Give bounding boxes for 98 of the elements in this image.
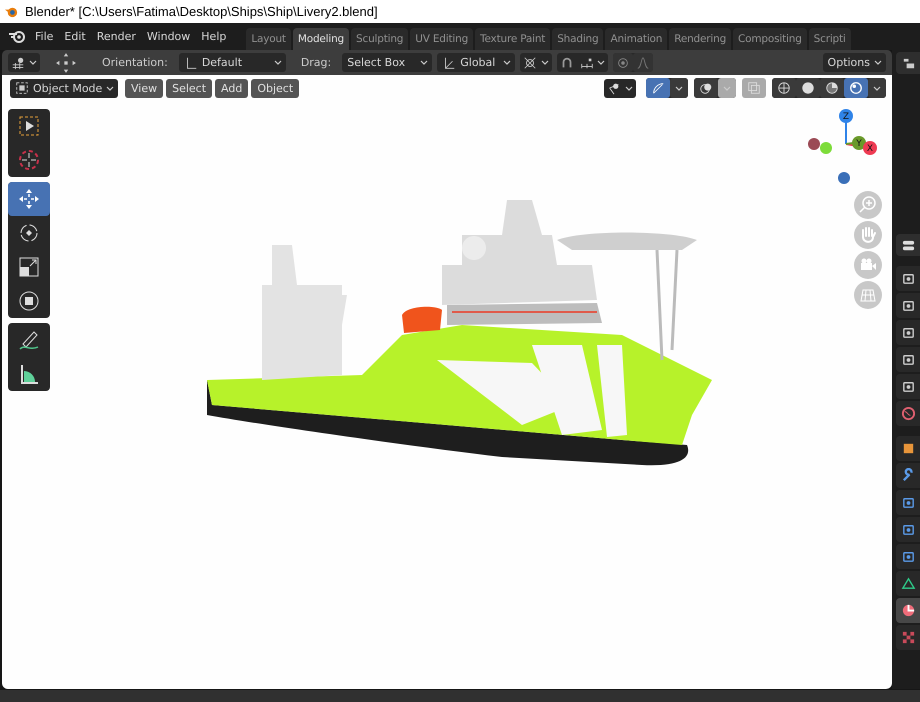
caret-icon — [106, 86, 114, 90]
render-properties-tab[interactable] — [896, 293, 920, 318]
overlays-icon — [699, 81, 713, 95]
viewport-menu[interactable]: View — [125, 78, 164, 98]
world-icon — [900, 406, 916, 421]
modifiers-icon — [900, 468, 916, 483]
overlays-toggle[interactable] — [694, 78, 718, 98]
move-tool-button[interactable] — [8, 182, 50, 216]
material-icon — [900, 603, 916, 618]
navigation-gizmo[interactable]: Z Y X — [806, 108, 886, 188]
window-title: Blender* [C:\Users\Fatima\Desktop\Ships\Ship\Livery2.blend] — [25, 4, 378, 19]
workspace-tab[interactable]: Texture Paint — [475, 28, 550, 50]
mode-dropdown[interactable]: Object Mode — [10, 78, 118, 98]
gizmo-icon — [651, 81, 665, 95]
caret-icon — [29, 60, 37, 65]
workspace-tab[interactable]: Animation — [605, 28, 668, 50]
gizmo-toggle[interactable] — [646, 78, 670, 98]
viewport-menu[interactable]: Add — [215, 78, 248, 98]
scale-icon — [17, 255, 41, 279]
menu-item[interactable]: File — [30, 30, 60, 50]
caret-icon — [541, 60, 550, 65]
caret-icon — [873, 86, 881, 90]
workspace-tab[interactable]: Layout — [246, 28, 291, 50]
menu-item[interactable]: Render — [92, 30, 142, 50]
data-icon — [900, 576, 916, 591]
viewport-menu[interactable]: Object — [251, 78, 300, 98]
workspace-tab[interactable]: Modeling — [292, 28, 350, 50]
menu-item[interactable]: Help — [196, 30, 232, 50]
proportional-editing-toggle[interactable] — [613, 53, 634, 72]
xray-icon — [747, 81, 761, 95]
transform-orientation-dropdown[interactable]: Global — [437, 53, 516, 72]
caret-icon — [597, 60, 606, 65]
move-icon — [17, 187, 41, 211]
axes-icon — [442, 56, 456, 70]
pivot-dropdown[interactable] — [520, 53, 552, 72]
selectability-dropdown[interactable] — [604, 78, 636, 98]
caret-icon — [503, 60, 512, 65]
magnet-icon — [560, 56, 574, 70]
workspace-tab[interactable]: Compositing — [733, 28, 807, 50]
solid-sphere-icon — [801, 81, 815, 95]
view-layer-properties-tab[interactable] — [896, 347, 920, 372]
pivot-icon — [523, 56, 538, 70]
rendered-shading-button[interactable] — [844, 78, 868, 98]
select-box-icon — [17, 114, 41, 138]
drag-label: Drag: — [300, 56, 332, 69]
orientation-dropdown[interactable]: Default — [178, 53, 286, 72]
falloff-curve-icon — [636, 56, 650, 70]
modifiers-properties-tab[interactable] — [896, 463, 920, 488]
move-arrows-icon[interactable] — [55, 52, 77, 74]
editor-type-dropdown[interactable] — [8, 53, 40, 72]
workspace-tab[interactable]: Scripti — [808, 28, 851, 50]
wireframe-shading-button[interactable] — [772, 78, 796, 98]
rendered-sphere-icon — [849, 81, 863, 95]
workspace-tab[interactable]: Shading — [552, 28, 604, 50]
world-properties-tab[interactable] — [896, 401, 920, 426]
material-shading-button[interactable] — [820, 78, 844, 98]
gizmo-dropdown[interactable] — [670, 78, 688, 98]
scene-properties-tab[interactable] — [896, 374, 920, 399]
orientation-label: Orientation: — [101, 56, 169, 69]
3d-viewport[interactable]: Object Mode View Select Add Object Z Y X — [2, 75, 892, 689]
wireframe-sphere-icon — [777, 81, 791, 95]
object-mode-icon — [15, 81, 29, 95]
workspace-tab[interactable]: Sculpting — [351, 28, 408, 50]
viewport-menu[interactable]: Select — [166, 78, 212, 98]
material-sphere-icon — [825, 81, 839, 95]
menu-item[interactable]: Edit — [59, 30, 92, 50]
workspace-tab[interactable]: UV Editing — [410, 28, 474, 50]
material-properties-tab[interactable] — [896, 598, 920, 623]
object-properties-tab[interactable] — [896, 436, 920, 461]
properties-editor-button[interactable] — [896, 234, 920, 256]
tool-properties-tab[interactable] — [896, 266, 920, 291]
outliner-editor-button[interactable] — [896, 52, 920, 74]
caret-icon — [274, 60, 282, 65]
workspace-tab[interactable]: Rendering — [669, 28, 732, 50]
transform-icon — [17, 289, 41, 313]
caret-icon — [723, 86, 731, 90]
options-dropdown[interactable]: Options — [822, 53, 886, 72]
shading-dropdown[interactable] — [868, 78, 886, 98]
caret-icon — [420, 60, 428, 65]
falloff-dropdown[interactable] — [633, 53, 654, 72]
blender-logo-icon[interactable] — [8, 28, 26, 44]
target-icon — [616, 56, 630, 70]
menu-item[interactable]: Window — [142, 30, 196, 50]
xray-toggle[interactable] — [742, 78, 766, 98]
physics-properties-tab[interactable] — [896, 517, 920, 542]
editor-type-icon — [11, 56, 25, 70]
eye-cursor-icon — [607, 81, 621, 95]
cursor-icon — [17, 148, 41, 172]
caret-icon — [874, 60, 882, 65]
output-properties-tab[interactable] — [896, 320, 920, 345]
increment-icon — [580, 56, 594, 70]
data-properties-tab[interactable] — [896, 571, 920, 596]
caret-icon — [675, 86, 683, 90]
texture-icon — [900, 630, 916, 645]
constraints-properties-tab[interactable] — [896, 544, 920, 569]
caret-icon — [625, 86, 633, 90]
particles-properties-tab[interactable] — [896, 490, 920, 515]
drag-dropdown[interactable]: Select Box — [342, 53, 432, 72]
